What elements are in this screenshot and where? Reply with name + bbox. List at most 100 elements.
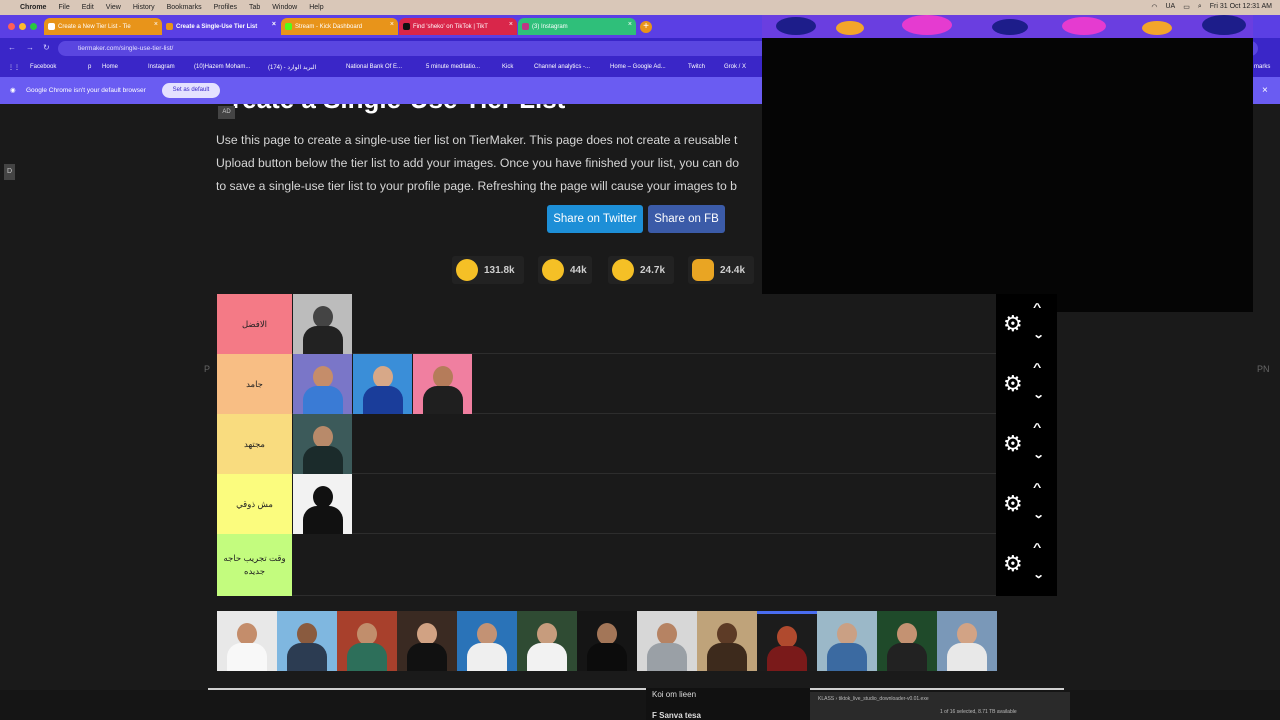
pool-image[interactable] — [757, 611, 817, 671]
tab-kick-dashboard[interactable]: Stream - Kick Dashboard × — [281, 18, 398, 35]
finder-window-thumbnail[interactable]: KLASS › tiktok_live_studio_downloader-v0… — [810, 692, 1070, 720]
bookmark-instagram[interactable]: Instagram — [148, 64, 175, 70]
menu-chrome[interactable]: Chrome — [20, 4, 46, 11]
share-on-fb-button[interactable]: Share on FB — [648, 205, 725, 233]
menu-tab[interactable]: Tab — [249, 4, 260, 11]
gear-icon[interactable]: ⚙ — [1003, 433, 1023, 455]
menu-file[interactable]: File — [58, 4, 69, 11]
pool-image[interactable] — [637, 611, 697, 671]
tab-tiktok[interactable]: Find 'sheko' on TikTok | TikT × — [399, 18, 517, 35]
bookmark-national-bank[interactable]: National Bank Of E... — [346, 64, 402, 70]
close-tab-icon[interactable]: × — [272, 21, 276, 28]
tier-label[interactable]: الافضل — [217, 294, 292, 354]
gear-icon[interactable]: ⚙ — [1003, 553, 1023, 575]
side-tab-label[interactable]: D — [4, 164, 15, 180]
bookmark-home[interactable]: Home — [102, 64, 118, 70]
close-tab-icon[interactable]: × — [390, 21, 394, 28]
minimize-window-button[interactable] — [19, 23, 26, 30]
bookmark-kick[interactable]: Kick — [502, 64, 513, 70]
tier-image[interactable] — [413, 354, 472, 414]
pool-image[interactable] — [277, 611, 337, 671]
close-tab-icon[interactable]: × — [509, 21, 513, 28]
pool-image[interactable] — [697, 611, 757, 671]
all-bookmarks-link[interactable]: marks — [1254, 64, 1270, 70]
tier-label[interactable]: مش ذوقي — [217, 474, 292, 534]
chevron-up-icon[interactable]: ^ — [1033, 302, 1041, 314]
search-icon[interactable]: ⌕ — [1198, 3, 1202, 11]
pool-image[interactable] — [457, 611, 517, 671]
bookmark-google-ads[interactable]: Home – Google Ad... — [610, 64, 666, 70]
reaction-heart-eyes-button[interactable]: 44k — [538, 256, 592, 284]
tab-create-new-tier-list[interactable]: Create a New Tier List - Tie × — [44, 18, 162, 35]
close-infobar-icon[interactable]: × — [1262, 85, 1268, 96]
chevron-up-icon[interactable]: ^ — [1033, 422, 1041, 434]
tier-image[interactable] — [293, 294, 352, 354]
reaction-raised-hands-button[interactable]: 24.4k — [688, 256, 754, 284]
menu-view[interactable]: View — [106, 4, 121, 11]
chevron-down-icon[interactable]: ⌄ — [1033, 508, 1045, 521]
reload-icon[interactable]: ↻ — [43, 43, 50, 52]
pool-image[interactable] — [217, 611, 277, 671]
tier-image[interactable] — [293, 354, 352, 414]
bookmark-mail[interactable]: (174) - البريد الوارد — [268, 64, 316, 71]
share-on-twitter-button[interactable]: Share on Twitter — [547, 205, 643, 233]
menu-history[interactable]: History — [133, 4, 155, 11]
bookmark-facebook[interactable]: Facebook — [30, 64, 56, 70]
menu-clock[interactable]: Fri 31 Oct 12:31 AM — [1210, 3, 1272, 11]
zoom-window-button[interactable] — [30, 23, 37, 30]
menu-profiles[interactable]: Profiles — [214, 4, 237, 11]
close-tab-icon[interactable]: × — [628, 21, 632, 28]
chevron-down-icon[interactable]: ⌄ — [1033, 448, 1045, 461]
menu-edit[interactable]: Edit — [82, 4, 94, 11]
apps-icon[interactable]: ⋮⋮ — [8, 64, 20, 71]
pool-image[interactable] — [397, 611, 457, 671]
forward-icon[interactable]: → — [26, 43, 34, 52]
tab-single-use-tier-list[interactable]: Create a Single-Use Tier List × — [162, 18, 280, 35]
pool-image[interactable] — [877, 611, 937, 671]
pool-image[interactable] — [817, 611, 877, 671]
chevron-up-icon[interactable]: ^ — [1033, 482, 1041, 494]
back-icon[interactable]: ← — [8, 43, 16, 52]
tier-image[interactable] — [293, 474, 352, 534]
tier-label[interactable]: مجتهد — [217, 414, 292, 474]
wifi-icon[interactable]: ◠ — [1151, 3, 1157, 11]
chevron-down-icon[interactable]: ⌄ — [1033, 328, 1045, 341]
menu-bookmarks[interactable]: Bookmarks — [167, 4, 202, 11]
bookmark-hazem[interactable]: (10)Hazem Moham... — [194, 64, 250, 70]
tier-image[interactable] — [293, 414, 352, 474]
close-window-button[interactable] — [8, 23, 15, 30]
horizontal-scrollbar[interactable] — [208, 688, 1064, 690]
chevron-up-icon[interactable]: ^ — [1033, 362, 1041, 374]
bookmark-channel-analytics[interactable]: Channel analytics -... — [534, 64, 590, 70]
close-tab-icon[interactable]: × — [154, 21, 158, 28]
menu-window[interactable]: Window — [272, 4, 297, 11]
tier-image[interactable] — [353, 354, 412, 414]
gear-icon[interactable]: ⚙ — [1003, 493, 1023, 515]
pool-image[interactable] — [337, 611, 397, 671]
menu-help[interactable]: Help — [309, 4, 323, 11]
set-as-default-button[interactable]: Set as default — [162, 83, 220, 98]
video-thumbnail[interactable]: Koi om lieen F Sanva tesa — [646, 688, 810, 720]
tier-label[interactable]: وقت تجريب حاجه جديده — [217, 534, 292, 596]
pool-image[interactable] — [517, 611, 577, 671]
bookmark-twitch[interactable]: Twitch — [688, 64, 705, 70]
gear-icon[interactable]: ⚙ — [1003, 313, 1023, 335]
new-tab-button[interactable]: + — [640, 21, 652, 33]
chevron-down-icon[interactable]: ⌄ — [1033, 388, 1045, 401]
tier-label[interactable]: جامد — [217, 354, 292, 414]
reaction-laughing-button[interactable]: 24.7k — [608, 256, 674, 284]
battery-icon[interactable]: ▭ — [1183, 3, 1190, 11]
gear-icon[interactable]: ⚙ — [1003, 373, 1023, 395]
page-title: reate a Single-Use Tier List — [232, 104, 565, 116]
reaction-smiley-button[interactable]: 131.8k — [452, 256, 524, 284]
tier-controls: ⚙ ^ ⌄ — [996, 534, 1057, 596]
chevron-up-icon[interactable]: ^ — [1033, 542, 1041, 554]
bookmark-grok[interactable]: Grok / X — [724, 64, 746, 70]
pool-image[interactable] — [937, 611, 997, 671]
bookmark-p[interactable]: p — [88, 64, 91, 70]
chevron-down-icon[interactable]: ⌄ — [1033, 568, 1045, 581]
pool-image[interactable] — [577, 611, 637, 671]
language-indicator[interactable]: UA — [1165, 3, 1175, 11]
tab-instagram[interactable]: (3) Instagram × — [518, 18, 636, 35]
bookmark-meditation[interactable]: 5 minute meditatio... — [426, 64, 480, 70]
